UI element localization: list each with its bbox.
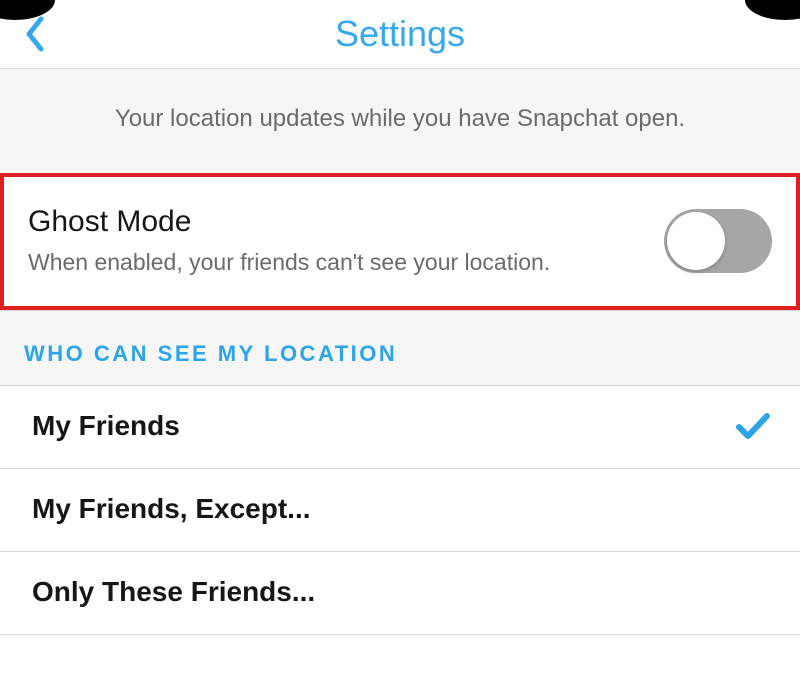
option-my-friends[interactable]: My Friends bbox=[0, 386, 800, 469]
ghost-mode-highlight: Ghost Mode When enabled, your friends ca… bbox=[0, 173, 800, 310]
option-my-friends-except[interactable]: My Friends, Except... bbox=[0, 469, 800, 552]
page-title: Settings bbox=[335, 13, 465, 55]
check-icon bbox=[736, 412, 776, 440]
toggle-knob bbox=[667, 212, 725, 270]
option-label: My Friends, Except... bbox=[32, 493, 311, 525]
section-header-label: WHO CAN SEE MY LOCATION bbox=[24, 341, 776, 367]
back-icon[interactable] bbox=[18, 10, 52, 58]
option-label: My Friends bbox=[32, 410, 180, 442]
ghost-mode-title: Ghost Mode bbox=[28, 205, 646, 239]
notch-right bbox=[745, 0, 800, 20]
ghost-mode-description: When enabled, your friends can't see you… bbox=[28, 249, 646, 276]
who-can-see-section-header: WHO CAN SEE MY LOCATION bbox=[0, 311, 800, 386]
option-label: Only These Friends... bbox=[32, 576, 315, 608]
header-bar: Settings bbox=[0, 0, 800, 68]
ghost-mode-text: Ghost Mode When enabled, your friends ca… bbox=[28, 205, 646, 276]
location-info-banner: Your location updates while you have Sna… bbox=[0, 68, 800, 173]
ghost-mode-row: Ghost Mode When enabled, your friends ca… bbox=[0, 173, 800, 311]
ghost-mode-toggle[interactable] bbox=[664, 209, 772, 273]
option-only-these-friends[interactable]: Only These Friends... bbox=[0, 552, 800, 635]
